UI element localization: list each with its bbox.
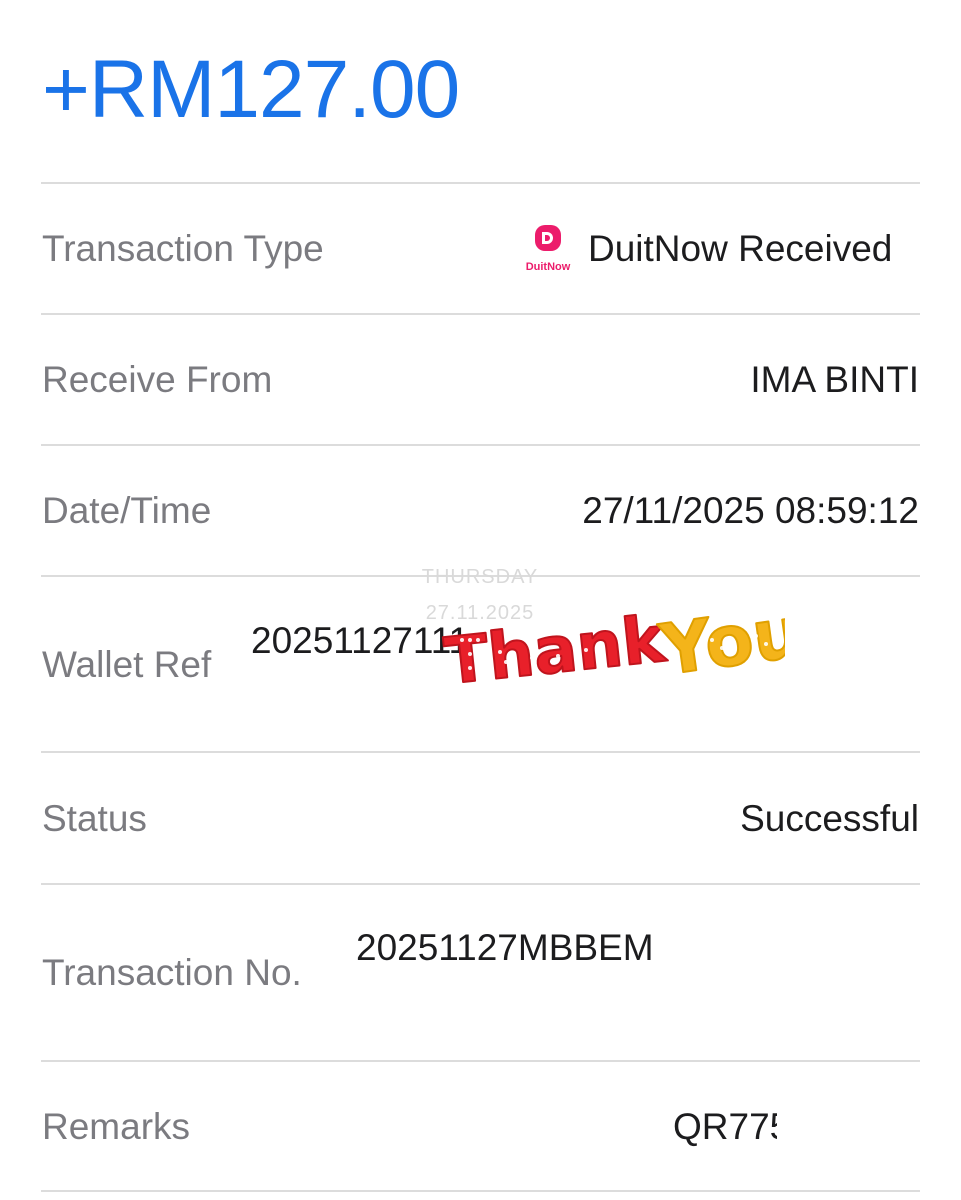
thank-you-sticker: Thank You: [440, 590, 785, 696]
divider: [41, 1060, 920, 1062]
transaction-no-label: Transaction No.: [42, 952, 302, 993]
transaction-no-value: 20251127MBBEM: [356, 927, 654, 968]
datetime-label: Date/Time: [42, 490, 212, 531]
redaction-mask: [777, 1100, 837, 1154]
divider: [41, 182, 920, 184]
duitnow-logo-text: DuitNow: [526, 261, 571, 273]
receive-from-label: Receive From: [42, 359, 273, 400]
wallet-ref-value: 20251127111: [251, 620, 470, 661]
duitnow-logo-icon: DuitNow: [526, 225, 571, 273]
amount-received: +RM127.00: [42, 44, 460, 135]
divider: [41, 883, 920, 885]
status-value: Successful: [740, 798, 919, 839]
sticker-word-thank: Thank: [441, 603, 669, 696]
datetime-value: 27/11/2025 08:59:12: [582, 490, 919, 531]
transaction-type-label: Transaction Type: [42, 228, 324, 269]
transaction-type-value: DuitNow Received: [588, 228, 893, 269]
sticker-word-you: You: [655, 591, 785, 692]
divider: [41, 751, 920, 753]
divider: [41, 1190, 920, 1192]
remarks-label: Remarks: [42, 1106, 191, 1147]
wallet-ref-label: Wallet Ref: [42, 644, 212, 685]
divider: [41, 313, 920, 315]
status-label: Status: [42, 798, 147, 839]
redaction-mask: [655, 922, 715, 976]
receive-from-value: IMA BINTI: [743, 359, 919, 400]
divider: [41, 444, 920, 446]
remarks-value: QR775: [673, 1106, 791, 1147]
